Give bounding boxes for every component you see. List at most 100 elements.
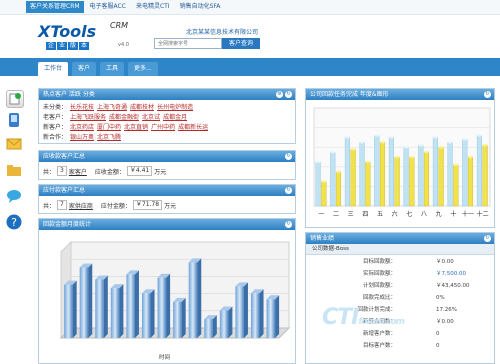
logo-char: 本	[79, 42, 90, 50]
chart-bar	[394, 155, 400, 207]
chart-bar	[453, 163, 459, 207]
tab-customer[interactable]: 客户	[72, 62, 97, 76]
top-link-acc[interactable]: 电子客服ACC	[86, 1, 130, 13]
hot-customers-panel: 热点客户 活跃 分类 ⚙ ↻ 未分类： 长乐花技 上海飞奇通 成都技材 长州电炉…	[38, 88, 296, 144]
customer-count: 3	[57, 166, 67, 176]
refresh-icon[interactable]: ↻	[484, 91, 491, 98]
phone-icon[interactable]	[6, 112, 22, 128]
watermark-big: CTI	[322, 305, 359, 330]
customer-link[interactable]: 北京飞腾	[97, 132, 121, 141]
sales-row: 实际回款额： ￥7,500.00	[306, 269, 494, 279]
chart-bar	[110, 284, 124, 338]
chart-bar	[388, 136, 394, 207]
row-label: 新客户：	[43, 124, 68, 131]
top-link-sfa[interactable]: 销售自动化SFA	[176, 1, 225, 13]
chart-bar	[79, 263, 93, 338]
amount-label: 应收金额：	[94, 168, 125, 176]
panel-header: 公司回款任务完成 年度&图形 ↻	[306, 89, 494, 100]
customer-link[interactable]: 长州电炉制造	[157, 102, 193, 111]
sales-row-label: 新增客户数：	[362, 331, 396, 337]
customer-link[interactable]: 北京试	[142, 112, 160, 121]
tab-more[interactable]: 更多...	[128, 62, 158, 76]
main-tabs: 工作台 客户 工具 更多...	[38, 62, 158, 76]
refresh-icon[interactable]: ↻	[285, 187, 292, 194]
customer-link[interactable]: 成都技材	[130, 102, 154, 111]
tab-workbench[interactable]: 工作台	[38, 62, 69, 76]
chart-bar	[476, 134, 482, 207]
customer-link[interactable]: 上海飞奇通	[97, 102, 127, 111]
sales-row: 目标客户数： 0	[306, 341, 494, 351]
panel-header: 回款金额月度统计 ↻	[39, 219, 295, 230]
customer-unit-link[interactable]: 家客户	[69, 167, 87, 176]
hot-row-cooperation: 新合作： 银山万奥 北京飞腾	[43, 132, 121, 141]
search-input[interactable]	[154, 38, 222, 49]
panel-title: 公司回款任务完成 年度&图形	[310, 91, 389, 98]
top-link-cti[interactable]: 来电精灵CTI	[132, 1, 174, 13]
row-label: 老客户：	[43, 114, 68, 121]
chart-bar	[418, 144, 424, 207]
refresh-icon[interactable]: ↻	[285, 153, 292, 160]
amount-label: 应付金额：	[100, 202, 131, 210]
payable-panel: 应付款客户汇总 ↻ 共： 7 家供应商 应付金额： ￥71.78 万元	[38, 184, 296, 214]
sales-row: 回款完成比： 0%	[306, 293, 494, 303]
target-chart-panel: 公司回款任务完成 年度&图形 ↻ 一 二 三 四 五 六七 八 九十十一 十二	[305, 88, 495, 228]
tab-tools[interactable]: 工具	[100, 62, 125, 76]
chart-bar	[219, 306, 233, 338]
supplier-unit-link[interactable]: 家供应商	[69, 201, 93, 210]
folder-icon[interactable]	[6, 162, 22, 178]
panel-header: 销售业绩 ↻	[306, 233, 494, 244]
x-tick-label: 九	[436, 210, 442, 218]
panel-title: 热点客户 活跃 分类	[43, 91, 95, 98]
mail-icon[interactable]	[6, 136, 22, 152]
amount-value: ￥71.78	[132, 200, 163, 210]
customer-link[interactable]: 长乐花技	[70, 102, 94, 111]
chart-bar	[467, 155, 474, 207]
refresh-icon[interactable]: ↻	[285, 91, 292, 98]
customer-link[interactable]: 北京直销	[124, 122, 148, 131]
customer-link[interactable]: 成都金月	[163, 112, 187, 121]
svg-text:?: ?	[11, 216, 17, 229]
row-label: 未分类：	[43, 104, 68, 111]
top-links: 客户关系管理CRM 电子客服ACC 来电精灵CTI 销售自动化SFA	[26, 1, 224, 13]
chart-bar	[204, 315, 217, 338]
chart-bar	[235, 282, 248, 338]
x-tick-label: 三	[348, 211, 354, 218]
target-bar-chart: 一 二 三 四 五 六七 八 九十十一 十二	[313, 107, 491, 218]
chart-bar	[344, 136, 350, 207]
download-icon[interactable]	[6, 90, 24, 108]
chart-bar	[173, 297, 186, 338]
logo-char: 版	[68, 42, 79, 50]
sales-row-value: ￥0.00	[436, 259, 454, 265]
top-link-crm[interactable]: 客户关系管理CRM	[26, 1, 84, 13]
chart-bar	[350, 147, 356, 207]
customer-link[interactable]: 成都新长运	[178, 122, 208, 131]
customer-link[interactable]: 厦门中药	[97, 122, 121, 131]
customer-link[interactable]: 银山万奥	[70, 132, 94, 141]
help-icon[interactable]: ?	[6, 214, 22, 230]
payable-stat: 共： 7 家供应商 应付金额： ￥71.78 万元	[43, 200, 176, 210]
money-unit: 万元	[154, 168, 167, 176]
customer-link[interactable]: 北京药店	[70, 122, 94, 131]
customer-link[interactable]: 上海飞跃服务	[70, 112, 106, 121]
settings-icon[interactable]: ⚙	[276, 91, 283, 98]
sales-row-value: 17.26%	[436, 307, 457, 313]
customer-link[interactable]: 成都金融街	[109, 112, 139, 121]
chart-bar	[365, 160, 371, 207]
amount-value: ￥4.41	[126, 166, 153, 176]
logo-text: XTools	[38, 22, 97, 41]
sales-row-label: 实际回款额：	[362, 271, 396, 277]
refresh-icon[interactable]: ↻	[484, 235, 491, 242]
panel-title: 销售业绩	[310, 235, 335, 242]
refresh-icon[interactable]: ↻	[285, 221, 292, 228]
logo-edition: 企 业 版 本	[46, 42, 90, 50]
customer-link[interactable]: 广州中药	[151, 122, 175, 131]
chart-bar	[95, 275, 108, 338]
company-name: 北京某某信息技术有限公司	[186, 29, 259, 36]
chart-bar	[157, 273, 171, 338]
x-tick-label: 六	[392, 210, 398, 218]
chart-bar	[423, 150, 430, 207]
chart-bar	[379, 141, 386, 207]
chart-bar	[447, 141, 453, 207]
search-button[interactable]: 客户查询	[222, 38, 260, 49]
chat-icon[interactable]	[6, 188, 22, 204]
